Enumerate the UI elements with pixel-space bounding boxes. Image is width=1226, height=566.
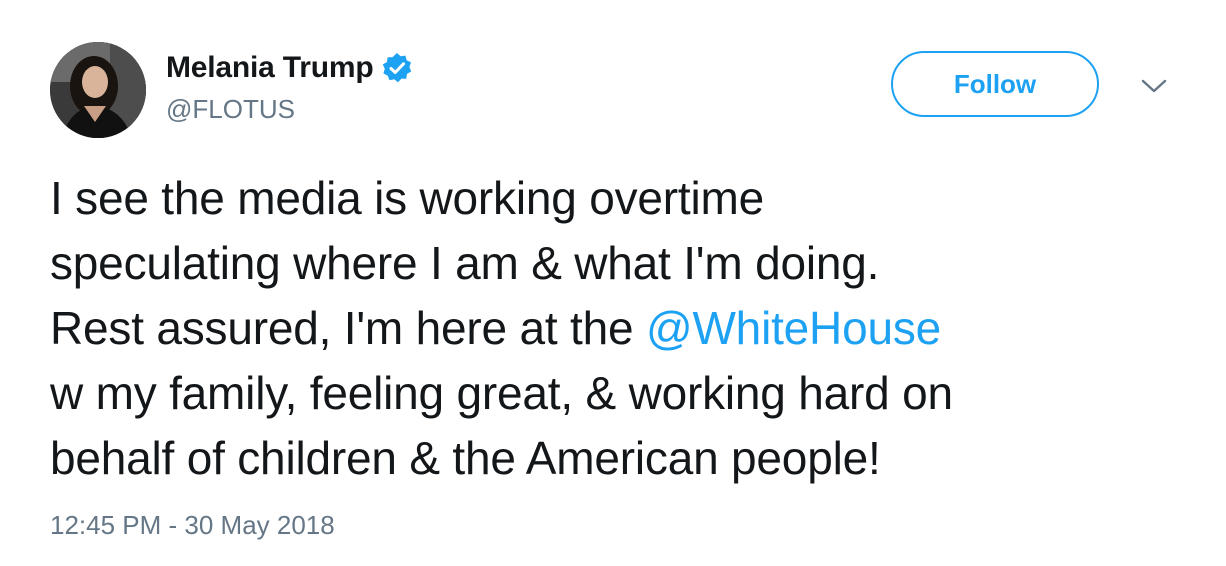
tweet-text: I see the media is working overtime spec… (50, 166, 1200, 491)
author-handle[interactable]: @FLOTUS (166, 94, 295, 125)
display-name[interactable]: Melania Trump (166, 51, 374, 85)
follow-button[interactable]: Follow (891, 51, 1099, 117)
tweet-text-line: speculating where I am & what I'm doing. (50, 237, 880, 289)
author-name-row: Melania Trump (166, 48, 413, 88)
chevron-down-icon[interactable] (1140, 76, 1168, 96)
mention-link[interactable]: @WhiteHouse (646, 302, 941, 354)
avatar[interactable] (50, 42, 146, 138)
tweet-timestamp[interactable]: 12:45 PM - 30 May 2018 (50, 510, 335, 541)
tweet-card: Melania Trump @FLOTUS Follow I see the m… (0, 0, 1226, 566)
tweet-text-line: Rest assured, I'm here at the @WhiteHous… (50, 296, 1200, 361)
verified-badge-icon (383, 53, 412, 83)
tweet-text-segment: Rest assured, I'm here at the (50, 302, 646, 354)
tweet-text-line: w my family, feeling great, & working ha… (50, 367, 953, 419)
avatar-image (50, 42, 146, 138)
tweet-text-line: behalf of children & the American people… (50, 432, 881, 484)
tweet-text-line: I see the media is working overtime (50, 172, 764, 224)
